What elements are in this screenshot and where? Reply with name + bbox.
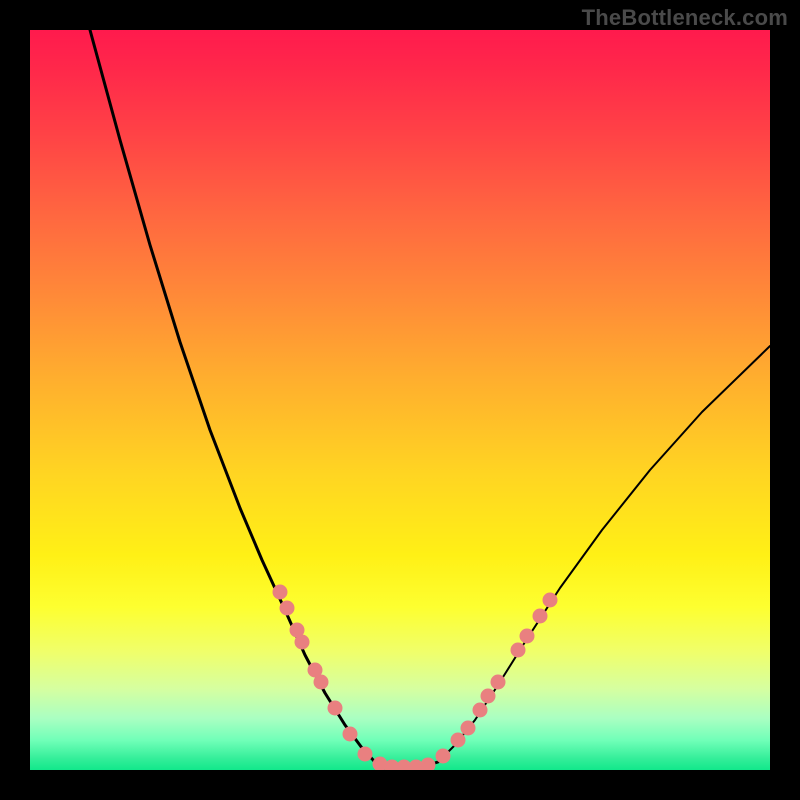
data-marker (421, 758, 436, 771)
data-marker (295, 635, 310, 650)
data-marker (473, 703, 488, 718)
data-marker (358, 747, 373, 762)
watermark-text: TheBottleneck.com (582, 5, 788, 31)
data-marker (436, 749, 451, 764)
marker-group (273, 585, 558, 771)
data-marker (533, 609, 548, 624)
data-marker (343, 727, 358, 742)
chart-svg (30, 30, 770, 770)
data-marker (481, 689, 496, 704)
data-marker (280, 601, 295, 616)
data-marker (520, 629, 535, 644)
data-marker (328, 701, 343, 716)
data-marker (543, 593, 558, 608)
data-marker (511, 643, 526, 658)
data-marker (491, 675, 506, 690)
series-left-curve (90, 30, 375, 762)
chart-frame: TheBottleneck.com (0, 0, 800, 800)
data-marker (273, 585, 288, 600)
series-group (90, 30, 770, 767)
data-marker (314, 675, 329, 690)
data-marker (461, 721, 476, 736)
data-marker (451, 733, 466, 748)
plot-area (30, 30, 770, 770)
